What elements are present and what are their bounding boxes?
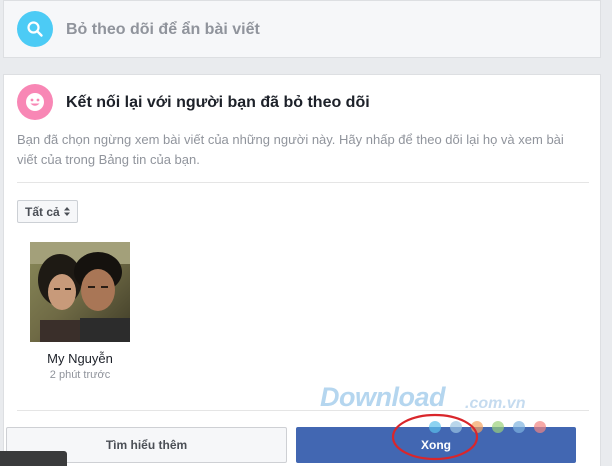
learn-more-label: Tìm hiểu thêm (105, 438, 188, 452)
taskbar-fragment (0, 451, 67, 466)
person-card[interactable]: My Nguyễn 2 phút trước (30, 242, 130, 381)
done-button[interactable]: Xong (296, 427, 576, 463)
person-name[interactable]: My Nguyễn (30, 351, 130, 366)
divider (17, 410, 589, 411)
reconnect-description: Bạn đã chọn ngừng xem bài viết của những… (17, 132, 564, 167)
filter-label: Tất cả (25, 204, 60, 219)
filter-dropdown[interactable]: Tất cả (17, 200, 78, 223)
reconnect-section: Kết nối lại với người bạn đã bỏ theo dõi… (3, 74, 601, 466)
divider (17, 182, 589, 183)
search-icon (17, 11, 53, 47)
person-time: 2 phút trước (49, 369, 111, 381)
sort-caret-icon (63, 207, 70, 216)
done-label: Xong (421, 438, 451, 452)
reconnect-title: Kết nối lại với người bạn đã bỏ theo dõi (66, 94, 370, 111)
unfollow-title: Bỏ theo dõi để ẩn bài viết (66, 21, 260, 38)
smile-icon (17, 84, 53, 120)
profile-photo[interactable] (30, 242, 130, 342)
unfollow-section[interactable]: Bỏ theo dõi để ẩn bài viết (3, 0, 601, 58)
